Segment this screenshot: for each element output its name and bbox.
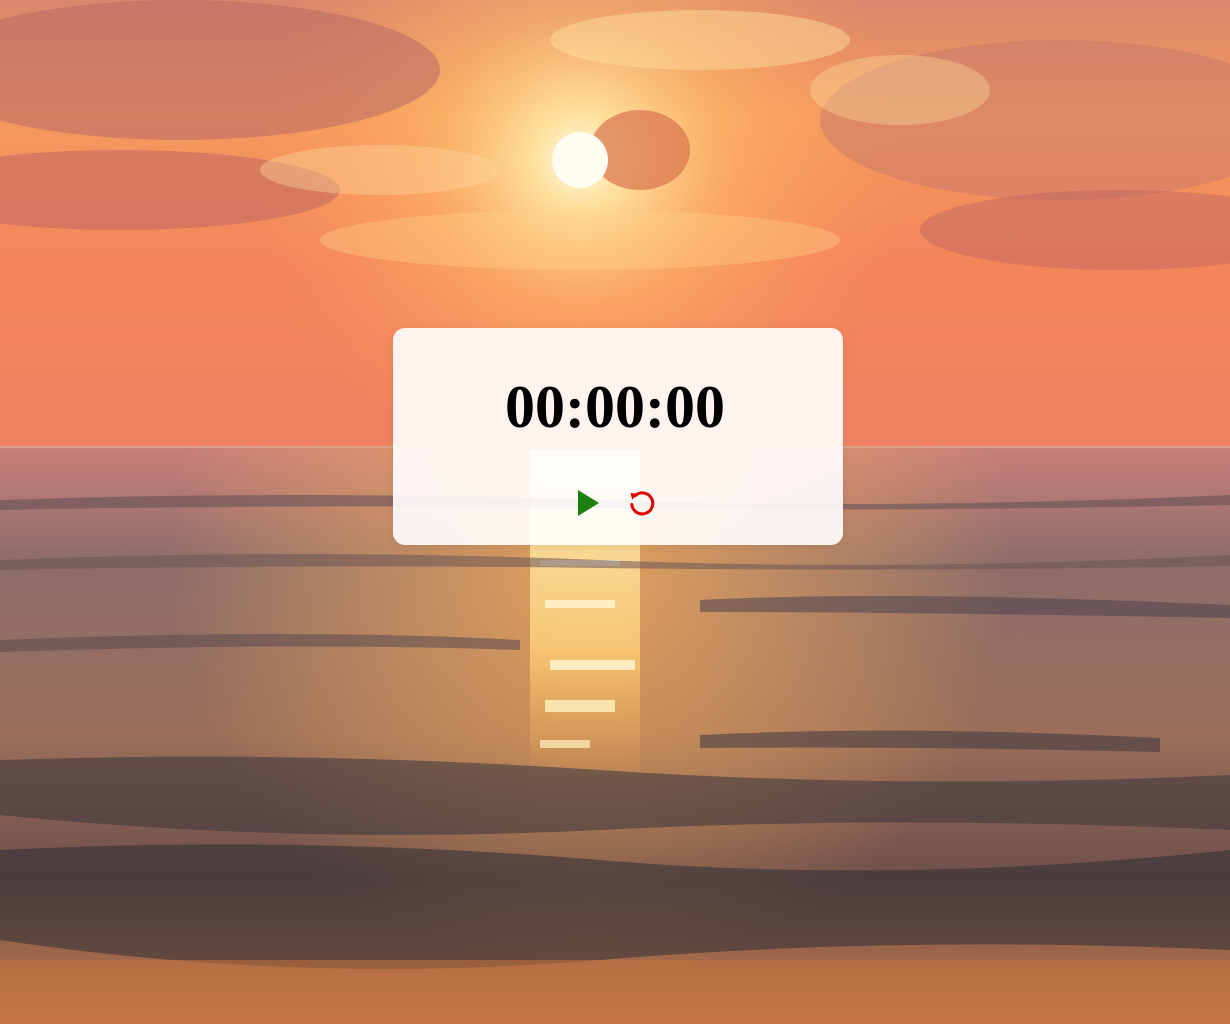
timer-display: 00:00:00 xyxy=(505,374,725,440)
timer-controls xyxy=(0,488,1230,520)
play-icon xyxy=(576,489,600,520)
reset-icon xyxy=(628,489,656,520)
start-button[interactable] xyxy=(574,488,602,520)
reset-button[interactable] xyxy=(628,488,656,520)
